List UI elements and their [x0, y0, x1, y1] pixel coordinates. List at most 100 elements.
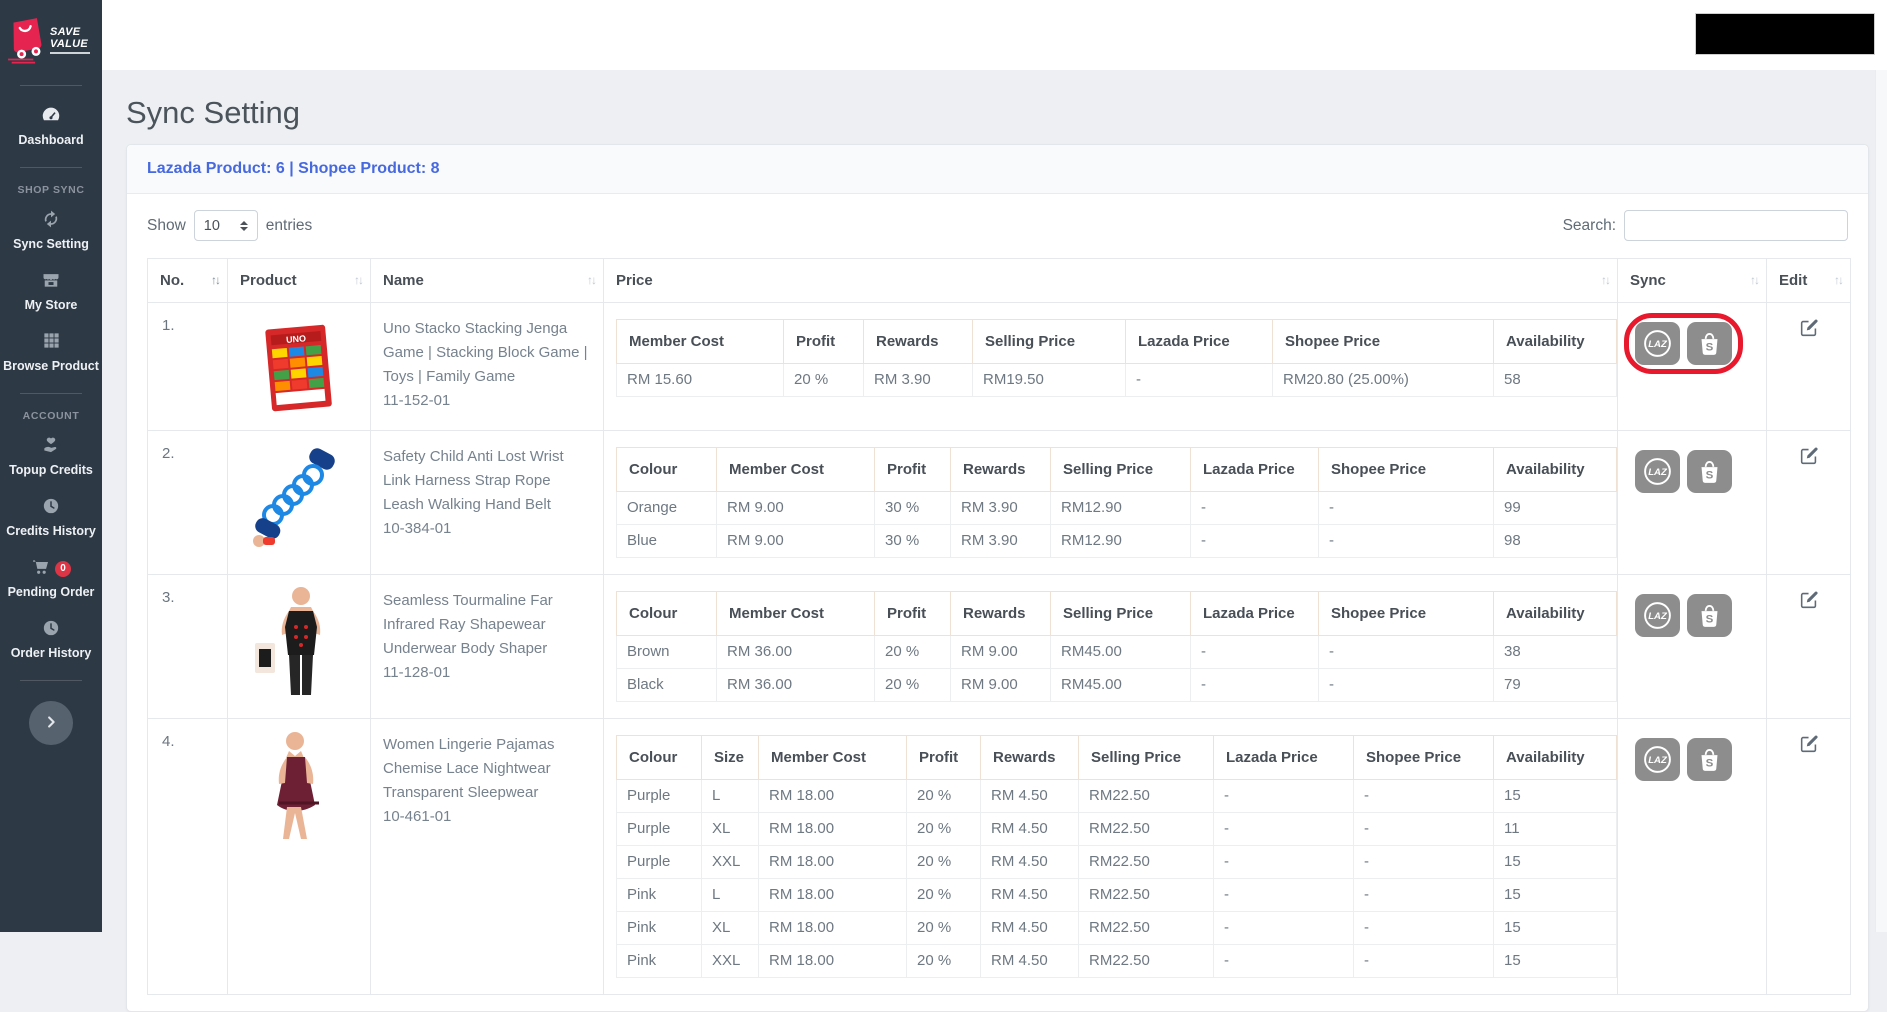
price-value: 20 %: [875, 669, 951, 702]
sidebar-item-sync-setting[interactable]: Sync Setting: [0, 200, 102, 261]
product-sku: 11-152-01: [383, 389, 591, 413]
entries-label: entries: [266, 217, 313, 235]
price-value: RM 18.00: [759, 879, 907, 912]
shopee-sync-button[interactable]: S: [1687, 594, 1732, 637]
price-value: RM 9.00: [717, 492, 875, 525]
price-row: PurpleXXLRM 18.0020 %RM 4.50RM22.50--15: [617, 846, 1617, 879]
price-col-member-cost: Member Cost: [717, 448, 875, 492]
sort-arrows-icon[interactable]: ↑↓: [1601, 273, 1609, 287]
price-value: -: [1214, 780, 1354, 813]
sort-arrows-icon[interactable]: ↑↓: [211, 273, 219, 287]
table-row: 1.UNOUno Stacko Stacking Jenga Game | St…: [148, 303, 1851, 431]
select-updown-icon: [240, 221, 248, 231]
page-size-select[interactable]: 10: [194, 210, 258, 241]
price-value: -: [1191, 636, 1319, 669]
sidebar-item-topup-credits[interactable]: Topup Credits: [0, 426, 102, 487]
shopping-bag-logo-icon: [6, 10, 48, 69]
column-label: Edit: [1779, 272, 1807, 289]
brand-logo[interactable]: SAVE VALUE: [0, 0, 102, 75]
sidebar-expand-button[interactable]: [29, 701, 73, 745]
sort-arrows-icon[interactable]: ↑↓: [1750, 273, 1758, 287]
price-row: BlueRM 9.0030 %RM 3.90RM12.90--98: [617, 525, 1617, 558]
sidebar-item-my-store[interactable]: My Store: [0, 261, 102, 322]
column-label: No.: [160, 272, 184, 289]
price-col-colour: Colour: [617, 736, 702, 780]
price-value: -: [1319, 669, 1494, 702]
column-header-product[interactable]: Product↑↓: [228, 259, 371, 303]
price-value: 58: [1494, 364, 1617, 397]
price-value: RM 9.00: [717, 525, 875, 558]
sort-arrows-icon[interactable]: ↑↓: [587, 273, 595, 287]
price-value: RM22.50: [1079, 945, 1214, 978]
price-sub-table: Member CostProfitRewardsSelling PriceLaz…: [616, 319, 1617, 397]
price-value: Purple: [617, 780, 702, 813]
edit-button[interactable]: [1798, 317, 1820, 342]
price-value: RM 4.50: [981, 846, 1079, 879]
sync-highlight-annotation: LAZS: [1624, 313, 1743, 374]
price-value: RM 18.00: [759, 912, 907, 945]
sync-cell: LAZ S: [1618, 719, 1767, 995]
sidebar-item-label: Dashboard: [2, 133, 100, 147]
price-col-colour: Colour: [617, 592, 717, 636]
price-value: Brown: [617, 636, 717, 669]
shopee-sync-button[interactable]: S: [1687, 450, 1732, 493]
sidebar-item-order-history[interactable]: Order History: [0, 609, 102, 670]
price-cell: Member CostProfitRewardsSelling PriceLaz…: [604, 303, 1618, 431]
sidebar-item-label: Browse Product: [2, 359, 100, 373]
product-sku: 10-384-01: [383, 517, 591, 541]
price-row: PurpleLRM 18.0020 %RM 4.50RM22.50--15: [617, 780, 1617, 813]
price-value: RM 18.00: [759, 780, 907, 813]
sidebar-item-label: My Store: [2, 298, 100, 312]
column-header-name[interactable]: Name↑↓: [371, 259, 604, 303]
lazada-sync-button[interactable]: LAZ: [1635, 594, 1680, 637]
edit-button[interactable]: [1798, 589, 1820, 614]
svg-text:LAZ: LAZ: [1648, 755, 1668, 766]
edit-button[interactable]: [1798, 733, 1820, 758]
price-col-selling-price: Selling Price: [1051, 592, 1191, 636]
table-header-row: No.↑↓Product↑↓Name↑↓Price↑↓Sync↑↓Edit↑↓: [148, 259, 1851, 303]
redacted-user-info-block: [1695, 13, 1875, 55]
price-col-member-cost: Member Cost: [759, 736, 907, 780]
shopee-sync-button[interactable]: S: [1687, 738, 1732, 781]
sort-arrows-icon[interactable]: ↑↓: [354, 273, 362, 287]
price-value: -: [1354, 846, 1494, 879]
price-value: RM 4.50: [981, 912, 1079, 945]
price-value: 30 %: [875, 525, 951, 558]
card-body: Show 10 entries Search:: [127, 194, 1868, 1011]
product-image-cell: UNO: [228, 303, 371, 431]
price-col-selling-price: Selling Price: [973, 320, 1126, 364]
sidebar-item-browse-product[interactable]: Browse Product: [0, 322, 102, 383]
price-header-row: ColourMember CostProfitRewardsSelling Pr…: [617, 592, 1617, 636]
sidebar-item-label: Pending Order: [2, 585, 100, 599]
column-header-sync[interactable]: Sync↑↓: [1618, 259, 1767, 303]
sidebar-item-pending-order[interactable]: 0 Pending Order: [0, 548, 102, 609]
price-value: -: [1354, 780, 1494, 813]
sort-arrows-icon[interactable]: ↑↓: [1834, 273, 1842, 287]
svg-text:S: S: [1706, 757, 1714, 769]
price-sub-table: ColourMember CostProfitRewardsSelling Pr…: [616, 591, 1617, 702]
column-header-no[interactable]: No. ↑↓: [148, 259, 228, 303]
sidebar-item-credits-history[interactable]: Credits History: [0, 487, 102, 548]
search-control: Search:: [1563, 210, 1848, 241]
brand-tagline-line: [50, 52, 90, 54]
lazada-sync-button[interactable]: LAZ: [1635, 450, 1680, 493]
price-row: PinkXLRM 18.0020 %RM 4.50RM22.50--15: [617, 912, 1617, 945]
price-col-rewards: Rewards: [951, 448, 1051, 492]
edit-button[interactable]: [1798, 445, 1820, 470]
clock-icon: [41, 496, 61, 521]
price-value: 20 %: [907, 945, 981, 978]
price-value: RM45.00: [1051, 636, 1191, 669]
shopee-sync-button[interactable]: S: [1687, 322, 1732, 365]
column-header-price[interactable]: Price↑↓: [604, 259, 1618, 303]
edit-cell: [1767, 431, 1851, 575]
search-input[interactable]: [1624, 210, 1848, 241]
price-col-rewards: Rewards: [981, 736, 1079, 780]
lazada-sync-button[interactable]: LAZ: [1635, 322, 1680, 365]
sidebar-divider: [20, 167, 82, 168]
price-value: XL: [702, 912, 759, 945]
price-value: 15: [1494, 945, 1617, 978]
lazada-sync-button[interactable]: LAZ: [1635, 738, 1680, 781]
sidebar-item-dashboard[interactable]: Dashboard: [0, 96, 102, 157]
column-header-edit[interactable]: Edit ↑↓: [1767, 259, 1851, 303]
price-value: XL: [702, 813, 759, 846]
